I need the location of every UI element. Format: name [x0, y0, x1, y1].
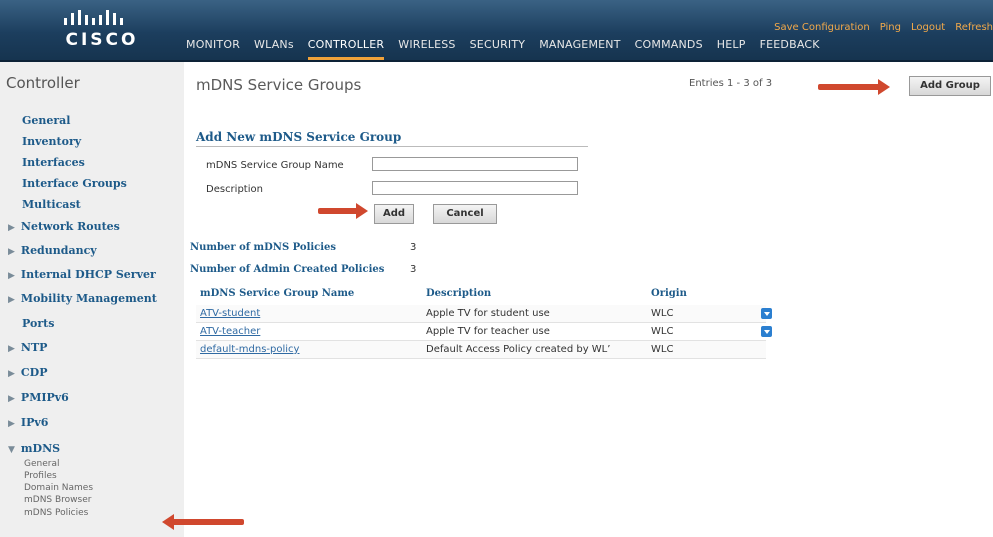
annotation-arrow-add [318, 203, 368, 219]
col-header-description: Description [426, 288, 492, 299]
group-name-label: mDNS Service Group Name [206, 160, 344, 171]
description-input[interactable] [372, 181, 578, 195]
ping-link[interactable]: Ping [880, 22, 901, 36]
group-name-link[interactable]: ATV-student [200, 308, 260, 319]
admin-policies-count-label: Number of Admin Created Policies [190, 264, 385, 275]
expand-arrow-icon: ▶ [8, 419, 15, 429]
cancel-button[interactable]: Cancel [433, 204, 497, 224]
sidebar-item-mdns[interactable]: ▼ mDNS [8, 442, 60, 455]
mdns-sub-general[interactable]: General [24, 459, 59, 469]
table-row: ATV-student Apple TV for student use WLC [196, 305, 772, 323]
sidebar-item-ipv6[interactable]: ▶ IPv6 [8, 416, 48, 429]
sidebar: Controller General Inventory Interfaces … [0, 62, 184, 537]
sidebar-item-multicast[interactable]: Multicast [22, 198, 81, 211]
expand-arrow-icon: ▶ [8, 369, 15, 379]
cisco-bars-icon [64, 10, 123, 25]
expand-arrow-icon: ▶ [8, 344, 15, 354]
nav-wireless[interactable]: WIRELESS [398, 38, 455, 60]
sidebar-item-ports[interactable]: Ports [22, 317, 54, 330]
sidebar-item-redundancy[interactable]: ▶ Redundancy [8, 244, 97, 257]
utility-links: Save Configuration Ping Logout Refresh [774, 22, 993, 36]
sidebar-item-network-routes[interactable]: ▶ Network Routes [8, 220, 120, 233]
cisco-logo: CISCO [54, 8, 150, 52]
expand-arrow-icon: ▶ [8, 247, 15, 257]
section-divider [196, 146, 588, 147]
group-description: Apple TV for teacher use [426, 326, 550, 337]
group-origin: WLC [651, 308, 674, 319]
refresh-link[interactable]: Refresh [955, 22, 993, 36]
logout-link[interactable]: Logout [911, 22, 945, 36]
form-section-title: Add New mDNS Service Group [196, 130, 402, 144]
group-origin: WLC [651, 344, 674, 355]
add-group-button[interactable]: Add Group [909, 76, 991, 96]
top-header: CISCO Save Configuration Ping Logout Ref… [0, 0, 993, 62]
group-description: Apple TV for student use [426, 308, 550, 319]
mdns-policies-count-label: Number of mDNS Policies [190, 242, 337, 253]
nav-security[interactable]: SECURITY [470, 38, 526, 60]
sidebar-item-inventory[interactable]: Inventory [22, 135, 81, 148]
sidebar-item-mobility-management[interactable]: ▶ Mobility Management [8, 292, 157, 305]
sidebar-item-interfaces[interactable]: Interfaces [22, 156, 85, 169]
main-content: mDNS Service Groups Entries 1 - 3 of 3 A… [184, 62, 993, 537]
row-dropdown-icon[interactable] [761, 326, 772, 337]
save-configuration-link[interactable]: Save Configuration [774, 22, 870, 36]
page-title: mDNS Service Groups [196, 76, 362, 94]
add-button[interactable]: Add [374, 204, 414, 224]
mdns-sub-mdns-policies[interactable]: mDNS Policies [24, 508, 88, 518]
mdns-policies-count: 3 [410, 242, 417, 253]
sidebar-item-ntp[interactable]: ▶ NTP [8, 341, 47, 354]
sidebar-item-pmipv6[interactable]: ▶ PMIPv6 [8, 391, 69, 404]
brand-name: CISCO [65, 30, 139, 50]
table-row: ATV-teacher Apple TV for teacher use WLC [196, 323, 772, 341]
row-dropdown-icon[interactable] [761, 308, 772, 319]
nav-monitor[interactable]: MONITOR [186, 38, 240, 60]
mdns-sub-domain-names[interactable]: Domain Names [24, 483, 93, 493]
nav-wlans[interactable]: WLANs [254, 38, 294, 60]
annotation-arrow-add-group [818, 79, 890, 95]
group-name-input[interactable] [372, 157, 578, 171]
nav-help[interactable]: HELP [717, 38, 746, 60]
mdns-sub-profiles[interactable]: Profiles [24, 471, 57, 481]
expand-arrow-icon: ▶ [8, 271, 15, 281]
nav-management[interactable]: MANAGEMENT [539, 38, 620, 60]
group-origin: WLC [651, 326, 674, 337]
entries-count: Entries 1 - 3 of 3 [689, 78, 773, 89]
admin-policies-count: 3 [410, 264, 417, 275]
collapse-arrow-icon: ▼ [8, 445, 15, 455]
table-row: default-mdns-policy Default Access Polic… [196, 341, 766, 359]
sidebar-item-general[interactable]: General [22, 114, 71, 127]
mdns-sub-mdns-browser[interactable]: mDNS Browser [24, 495, 91, 505]
group-name-link[interactable]: ATV-teacher [200, 326, 260, 337]
sidebar-title: Controller [6, 74, 80, 92]
description-label: Description [206, 184, 263, 195]
annotation-arrow-mdns-policies [162, 514, 244, 530]
nav-commands[interactable]: COMMANDS [635, 38, 703, 60]
sidebar-item-interface-groups[interactable]: Interface Groups [22, 177, 127, 190]
main-nav: MONITOR WLANs CONTROLLER WIRELESS SECURI… [186, 38, 834, 60]
sidebar-item-cdp[interactable]: ▶ CDP [8, 366, 48, 379]
col-header-name: mDNS Service Group Name [200, 288, 355, 299]
col-header-origin: Origin [651, 288, 687, 299]
group-description: Default Access Policy created by WL’ [426, 344, 611, 355]
nav-feedback[interactable]: FEEDBACK [760, 38, 820, 60]
sidebar-item-internal-dhcp-server[interactable]: ▶ Internal DHCP Server [8, 268, 156, 281]
expand-arrow-icon: ▶ [8, 223, 15, 233]
expand-arrow-icon: ▶ [8, 394, 15, 404]
group-name-link[interactable]: default-mdns-policy [200, 344, 299, 355]
expand-arrow-icon: ▶ [8, 295, 15, 305]
nav-controller[interactable]: CONTROLLER [307, 38, 385, 60]
